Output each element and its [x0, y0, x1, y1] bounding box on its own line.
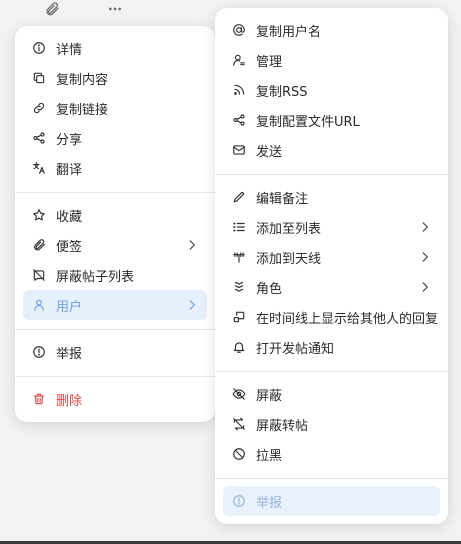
antenna-icon [231, 249, 247, 265]
menu-item-send[interactable]: 发送 [223, 135, 440, 165]
report-icon [231, 493, 247, 509]
menu-item-label: 屏蔽帖子列表 [56, 269, 135, 285]
reply-visibility-icon [231, 309, 247, 325]
at-icon [231, 22, 247, 38]
copy-icon [31, 70, 47, 86]
paperclip-icon [31, 237, 47, 253]
star-icon [31, 207, 47, 223]
menu-item-label: 屏蔽转帖 [256, 418, 309, 434]
eye-off-icon [231, 386, 247, 402]
menu-item-label: 分享 [56, 132, 83, 148]
note-toolbar [30, 0, 170, 20]
list-icon [231, 219, 247, 235]
note-context-menu: 详情 复制内容 复制链接 分享 翻译 收藏 便签 屏蔽帖子列表 用户 举报 删除 [15, 26, 215, 422]
menu-item-copy-rss[interactable]: 复制RSS [223, 75, 440, 105]
menu-item-label: 收藏 [56, 209, 83, 225]
info-icon [31, 40, 47, 56]
link-icon [31, 100, 47, 116]
menu-item-user[interactable]: 用户 [23, 290, 207, 320]
manage-user-icon [231, 52, 247, 68]
menu-item-label: 用户 [56, 299, 83, 315]
divider [215, 371, 448, 372]
user-icon [31, 297, 47, 313]
menu-item-details[interactable]: 详情 [23, 33, 207, 63]
menu-item-label: 复制用户名 [256, 24, 322, 40]
repost-off-icon [231, 416, 247, 432]
menu-item-report-user[interactable]: 举报 [223, 486, 440, 516]
share-icon [31, 130, 47, 146]
ban-icon [231, 446, 247, 462]
user-submenu: 复制用户名 管理 复制RSS 复制配置文件URL 发送 编辑备注 添加至列表 添… [215, 8, 448, 524]
menu-item-label: 举报 [56, 346, 83, 362]
more-icon[interactable] [104, 0, 126, 18]
paperclip-icon[interactable] [41, 0, 63, 18]
bell-icon [231, 339, 247, 355]
chevron-right-icon [189, 240, 195, 250]
menu-item-delete[interactable]: 删除 [23, 384, 207, 414]
menu-item-translate[interactable]: 翻译 [23, 153, 207, 183]
menu-item-block[interactable]: 拉黑 [223, 439, 440, 469]
chevron-right-icon [189, 300, 195, 310]
mail-icon [231, 142, 247, 158]
menu-item-label: 翻译 [56, 162, 83, 178]
menu-item-label: 复制链接 [56, 102, 109, 118]
menu-item-label: 编辑备注 [256, 191, 309, 207]
menu-item-copy-username[interactable]: 复制用户名 [223, 15, 440, 45]
block-list-icon [31, 267, 47, 283]
menu-item-label: 在时间线上显示给其他人的回复 [256, 311, 439, 327]
menu-item-label: 打开发帖通知 [256, 341, 335, 357]
menu-item-label: 拉黑 [256, 448, 283, 464]
divider [215, 478, 448, 479]
divider [15, 376, 215, 377]
report-icon [31, 344, 47, 360]
divider [15, 192, 215, 193]
menu-item-label: 发送 [256, 144, 283, 160]
menu-item-favorite[interactable]: 收藏 [23, 200, 207, 230]
menu-item-mute[interactable]: 屏蔽 [223, 379, 440, 409]
menu-item-label: 复制内容 [56, 72, 109, 88]
menu-item-label: 管理 [256, 54, 283, 70]
menu-item-add-to-antenna[interactable]: 添加到天线 [223, 242, 440, 272]
share-icon [231, 112, 247, 128]
menu-item-notify-posts[interactable]: 打开发帖通知 [223, 332, 440, 362]
menu-item-label: 便签 [56, 239, 83, 255]
menu-item-share[interactable]: 分享 [23, 123, 207, 153]
menu-item-label: 举报 [256, 495, 283, 511]
menu-item-label: 屏蔽 [256, 388, 283, 404]
chevron-right-icon [422, 282, 428, 292]
menu-item-edit-memo[interactable]: 编辑备注 [223, 182, 440, 212]
menu-item-roles[interactable]: 角色 [223, 272, 440, 302]
divider [215, 174, 448, 175]
menu-item-label: 复制配置文件URL [256, 114, 360, 130]
menu-item-copy-content[interactable]: 复制内容 [23, 63, 207, 93]
menu-item-label: 详情 [56, 42, 83, 58]
pencil-icon [231, 189, 247, 205]
menu-item-label: 添加到天线 [256, 251, 322, 267]
menu-item-label: 角色 [256, 281, 283, 297]
menu-item-manage[interactable]: 管理 [223, 45, 440, 75]
rss-icon [231, 82, 247, 98]
menu-item-label: 添加至列表 [256, 221, 322, 237]
menu-item-mute-thread[interactable]: 屏蔽帖子列表 [23, 260, 207, 290]
menu-item-label: 复制RSS [256, 84, 308, 100]
badges-icon [231, 279, 247, 295]
trash-icon [31, 391, 47, 407]
menu-item-add-to-list[interactable]: 添加至列表 [223, 212, 440, 242]
menu-item-report[interactable]: 举报 [23, 337, 207, 367]
menu-item-show-replies[interactable]: 在时间线上显示给其他人的回复 [223, 302, 440, 332]
menu-item-label: 删除 [56, 393, 83, 409]
divider [15, 329, 215, 330]
menu-item-copy-profile-url[interactable]: 复制配置文件URL [223, 105, 440, 135]
menu-item-copy-link[interactable]: 复制链接 [23, 93, 207, 123]
menu-item-mute-renotes[interactable]: 屏蔽转帖 [223, 409, 440, 439]
menu-item-clip[interactable]: 便签 [23, 230, 207, 260]
chevron-right-icon [422, 252, 428, 262]
chevron-right-icon [422, 222, 428, 232]
translate-icon [31, 160, 47, 176]
